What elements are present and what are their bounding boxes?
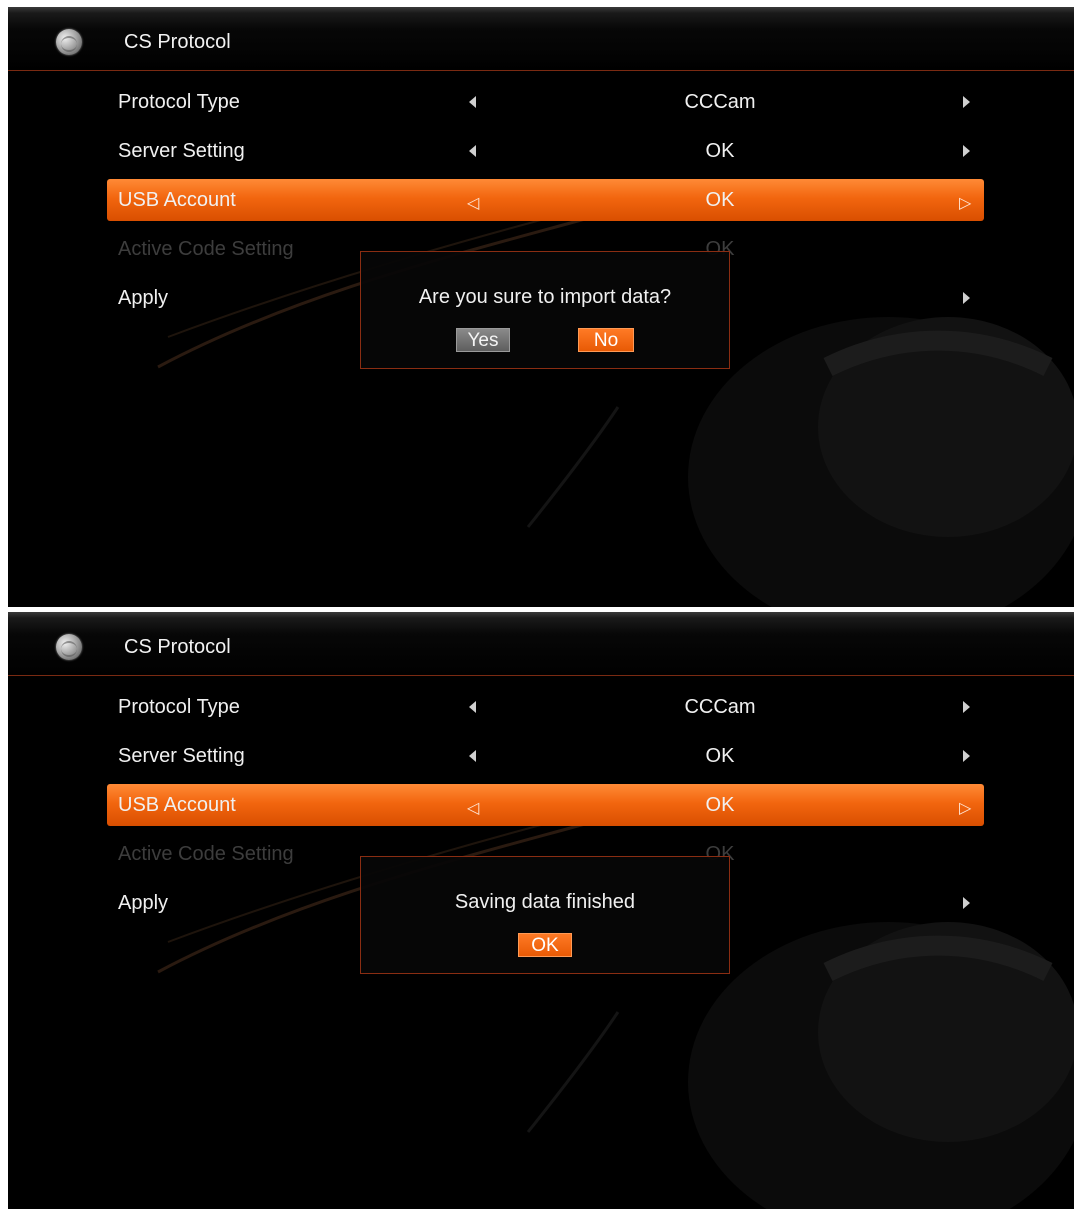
arrow-right-icon[interactable] bbox=[963, 897, 970, 909]
page-title: CS Protocol bbox=[124, 31, 231, 53]
menu-item-label: Apply bbox=[118, 892, 169, 914]
page-title: CS Protocol bbox=[124, 636, 231, 658]
arrow-left-icon[interactable] bbox=[469, 145, 476, 157]
saving-finished-dialog: Saving data finished OK bbox=[360, 856, 730, 974]
ok-button[interactable]: OK bbox=[518, 933, 572, 957]
menu-item-value: CCCam bbox=[684, 696, 756, 718]
menu-item-label: USB Account bbox=[118, 794, 236, 816]
menu-item-protocol-type[interactable]: Protocol Type CCCam bbox=[107, 686, 984, 728]
arrow-left-icon[interactable] bbox=[469, 96, 476, 108]
globe-icon bbox=[56, 29, 82, 55]
menu-item-label: Active Code Setting bbox=[118, 238, 294, 260]
tv-screen-saving-finished: CS Protocol Protocol Type CCCam Server S… bbox=[8, 612, 1074, 1209]
no-button[interactable]: No bbox=[578, 328, 634, 352]
arrow-right-icon[interactable] bbox=[963, 750, 970, 762]
menu-item-usb-account[interactable]: USB Account ◁ OK ▷ bbox=[107, 784, 984, 826]
menu-item-label: Active Code Setting bbox=[118, 843, 294, 865]
tv-screen-import-confirm: CS Protocol Protocol Type CCCam Server S… bbox=[8, 7, 1074, 607]
header-bar: CS Protocol bbox=[8, 612, 1074, 676]
menu-item-usb-account[interactable]: USB Account ◁ OK ▷ bbox=[107, 179, 984, 221]
dialog-message: Are you sure to import data? bbox=[418, 286, 672, 308]
arrow-left-icon[interactable] bbox=[469, 701, 476, 713]
arrow-right-outline-icon[interactable]: ▷ bbox=[959, 798, 971, 818]
menu-item-value: OK bbox=[705, 745, 735, 767]
arrow-right-icon[interactable] bbox=[963, 96, 970, 108]
arrow-left-outline-icon[interactable]: ◁ bbox=[467, 798, 479, 818]
menu-item-server-setting[interactable]: Server Setting OK bbox=[107, 735, 984, 777]
confirm-import-dialog: Are you sure to import data? Yes No bbox=[360, 251, 730, 369]
arrow-right-icon[interactable] bbox=[963, 292, 970, 304]
globe-icon bbox=[56, 634, 82, 660]
menu-item-label: USB Account bbox=[118, 189, 236, 211]
menu-item-label: Apply bbox=[118, 287, 169, 309]
dialog-message: Saving data finished bbox=[454, 891, 636, 913]
header-bar: CS Protocol bbox=[8, 7, 1074, 71]
menu-item-label: Server Setting bbox=[118, 140, 245, 162]
arrow-right-icon[interactable] bbox=[963, 145, 970, 157]
menu-item-server-setting[interactable]: Server Setting OK bbox=[107, 130, 984, 172]
yes-button[interactable]: Yes bbox=[456, 328, 510, 352]
menu-item-value: CCCam bbox=[684, 91, 756, 113]
arrow-right-outline-icon[interactable]: ▷ bbox=[959, 193, 971, 213]
menu-item-label: Protocol Type bbox=[118, 91, 240, 113]
menu-item-value: OK bbox=[705, 794, 735, 816]
menu-item-label: Server Setting bbox=[118, 745, 245, 767]
menu-item-value: OK bbox=[705, 140, 735, 162]
arrow-right-icon[interactable] bbox=[963, 701, 970, 713]
menu-item-value: OK bbox=[705, 189, 735, 211]
menu-item-protocol-type[interactable]: Protocol Type CCCam bbox=[107, 81, 984, 123]
arrow-left-icon[interactable] bbox=[469, 750, 476, 762]
menu-item-label: Protocol Type bbox=[118, 696, 240, 718]
arrow-left-outline-icon[interactable]: ◁ bbox=[467, 193, 479, 213]
